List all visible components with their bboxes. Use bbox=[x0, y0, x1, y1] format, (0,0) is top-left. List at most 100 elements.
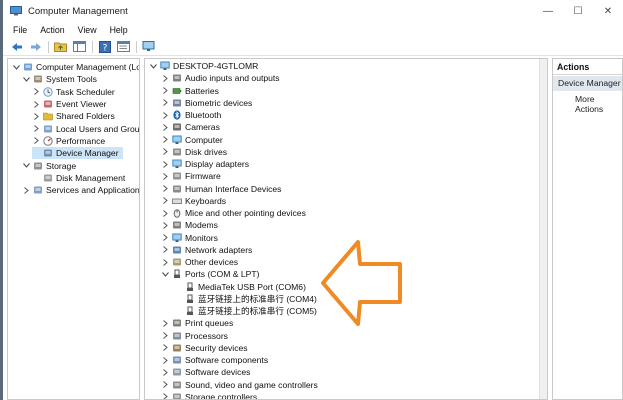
chevron-right-icon[interactable] bbox=[32, 136, 41, 145]
actions-section-device-manager[interactable]: Device Manager bbox=[553, 76, 622, 91]
chevron-right-icon[interactable] bbox=[32, 124, 41, 133]
console-tree-item[interactable]: Services and Applications bbox=[22, 184, 140, 196]
chevron-right-icon[interactable] bbox=[161, 221, 170, 230]
device-category[interactable]: Software devices bbox=[161, 366, 250, 378]
chevron-right-icon[interactable] bbox=[161, 368, 170, 377]
chevron-right-icon[interactable] bbox=[161, 380, 170, 389]
console-tree-item[interactable]: Storage bbox=[22, 159, 80, 171]
chevron-right-icon[interactable] bbox=[161, 184, 170, 193]
chevron-right-icon[interactable] bbox=[161, 123, 170, 132]
device-tree-root[interactable]: DESKTOP-4GTLOMR bbox=[149, 60, 258, 72]
chevron-right-icon[interactable] bbox=[161, 98, 170, 107]
device-category[interactable]: Audio inputs and outputs bbox=[161, 72, 280, 84]
chevron-down-icon[interactable] bbox=[12, 63, 21, 72]
device-category-label: Monitors bbox=[185, 232, 218, 243]
device-category[interactable]: Batteries bbox=[161, 85, 219, 97]
chevron-right-icon[interactable] bbox=[161, 245, 170, 254]
device-category[interactable]: Bluetooth bbox=[161, 109, 221, 121]
device-port-item[interactable]: MediaTek USB Port (COM6) bbox=[185, 281, 306, 293]
menu-view[interactable]: View bbox=[78, 25, 97, 35]
minimize-button[interactable]: — bbox=[533, 0, 563, 22]
device-category[interactable]: Display adapters bbox=[161, 158, 249, 170]
device-port-item[interactable]: 蓝牙链接上的标准串行 (COM5) bbox=[185, 305, 317, 317]
chevron-right-icon[interactable] bbox=[161, 356, 170, 365]
close-button[interactable]: ✕ bbox=[593, 0, 623, 22]
chevron-right-icon[interactable] bbox=[161, 196, 170, 205]
device-category[interactable]: Biometric devices bbox=[161, 97, 252, 109]
chevron-right-icon[interactable] bbox=[161, 147, 170, 156]
display-icon bbox=[172, 159, 185, 169]
device-category[interactable]: Disk drives bbox=[161, 146, 227, 158]
more-actions-link[interactable]: More Actions bbox=[553, 94, 622, 114]
maximize-button[interactable]: ☐ bbox=[563, 0, 593, 22]
chevron-right-icon[interactable] bbox=[161, 392, 170, 399]
chevron-right-icon[interactable] bbox=[161, 209, 170, 218]
device-category[interactable]: Network adapters bbox=[161, 244, 252, 256]
menu-help[interactable]: Help bbox=[110, 25, 128, 35]
chevron-right-icon[interactable] bbox=[161, 74, 170, 83]
device-category[interactable]: Processors bbox=[161, 330, 228, 342]
back-arrow-icon[interactable] bbox=[9, 40, 24, 53]
chevron-right-icon[interactable] bbox=[161, 86, 170, 95]
console-tree-item[interactable]: Task Scheduler bbox=[32, 86, 119, 98]
console-tree-item[interactable]: Local Users and Groups bbox=[32, 123, 139, 135]
menu-action[interactable]: Action bbox=[40, 25, 64, 35]
monitor-icon[interactable] bbox=[141, 40, 156, 53]
chevron-right-icon[interactable] bbox=[161, 233, 170, 242]
forward-arrow-icon[interactable] bbox=[28, 40, 43, 53]
chevron-right-icon[interactable] bbox=[161, 258, 170, 267]
device-category[interactable]: Storage controllers bbox=[161, 391, 257, 399]
device-category[interactable]: Software components bbox=[161, 354, 268, 366]
device-category-label: Processors bbox=[185, 330, 228, 341]
chevron-right-icon[interactable] bbox=[32, 112, 41, 121]
device-tree-pane[interactable]: DESKTOP-4GTLOMR Audio inputs and outputs B… bbox=[144, 58, 548, 400]
chevron-right-icon[interactable] bbox=[22, 186, 31, 195]
up-folder-icon[interactable] bbox=[53, 40, 68, 53]
chevron-right-icon[interactable] bbox=[32, 100, 41, 109]
console-tree-pane[interactable]: Computer Management (LocalSystem ToolsTa… bbox=[7, 58, 140, 400]
device-port-item[interactable]: 蓝牙链接上的标准串行 (COM4) bbox=[185, 293, 317, 305]
device-category[interactable]: Print queues bbox=[161, 317, 233, 329]
device-category[interactable]: Firmware bbox=[161, 170, 221, 182]
chevron-right-icon[interactable] bbox=[161, 172, 170, 181]
chevron-down-icon[interactable] bbox=[22, 161, 31, 170]
chevron-right-icon[interactable] bbox=[161, 343, 170, 352]
device-category[interactable]: Human Interface Devices bbox=[161, 183, 281, 195]
device-tree-scrollbar[interactable] bbox=[539, 59, 547, 399]
device-category[interactable]: Security devices bbox=[161, 342, 248, 354]
device-category-label: Batteries bbox=[185, 85, 219, 96]
console-tree-item[interactable]: System Tools bbox=[22, 73, 101, 85]
device-category[interactable]: Computer bbox=[161, 134, 223, 146]
properties-icon[interactable] bbox=[116, 40, 131, 53]
device-category-label: Bluetooth bbox=[185, 110, 222, 121]
console-tree-item[interactable]: Shared Folders bbox=[32, 110, 119, 122]
chevron-right-icon[interactable] bbox=[161, 331, 170, 340]
computer-management-app-icon bbox=[10, 6, 22, 16]
console-tree-item[interactable]: Disk Management bbox=[32, 172, 129, 184]
chevron-down-icon[interactable] bbox=[161, 270, 170, 279]
device-category[interactable]: Sound, video and game controllers bbox=[161, 379, 318, 391]
device-category[interactable]: Cameras bbox=[161, 121, 220, 133]
console-tree-item[interactable]: Performance bbox=[32, 135, 109, 147]
device-category[interactable]: Modems bbox=[161, 219, 218, 231]
menu-file[interactable]: File bbox=[13, 25, 27, 35]
chevron-right-icon[interactable] bbox=[161, 135, 170, 144]
chevron-down-icon[interactable] bbox=[22, 75, 31, 84]
device-category[interactable]: Ports (COM & LPT) bbox=[161, 268, 260, 280]
chevron-right-icon[interactable] bbox=[32, 87, 41, 96]
chevron-right-icon[interactable] bbox=[161, 319, 170, 328]
chevron-right-icon[interactable] bbox=[161, 111, 170, 120]
help-icon[interactable]: ? bbox=[97, 40, 112, 53]
console-tree-item[interactable]: Computer Management (Local bbox=[12, 61, 139, 73]
console-tree-item-label: Services and Applications bbox=[46, 185, 140, 196]
device-category[interactable]: Monitors bbox=[161, 232, 218, 244]
device-category[interactable]: Mice and other pointing devices bbox=[161, 207, 306, 219]
device-category[interactable]: Other devices bbox=[161, 256, 238, 268]
software-device-icon bbox=[172, 367, 185, 377]
show-hide-console-tree-icon[interactable] bbox=[72, 40, 87, 53]
device-category[interactable]: Keyboards bbox=[161, 195, 226, 207]
chevron-down-icon[interactable] bbox=[149, 62, 158, 71]
chevron-right-icon[interactable] bbox=[161, 160, 170, 169]
console-tree-item[interactable]: Device Manager bbox=[32, 147, 123, 160]
console-tree-item[interactable]: Event Viewer bbox=[32, 98, 110, 110]
